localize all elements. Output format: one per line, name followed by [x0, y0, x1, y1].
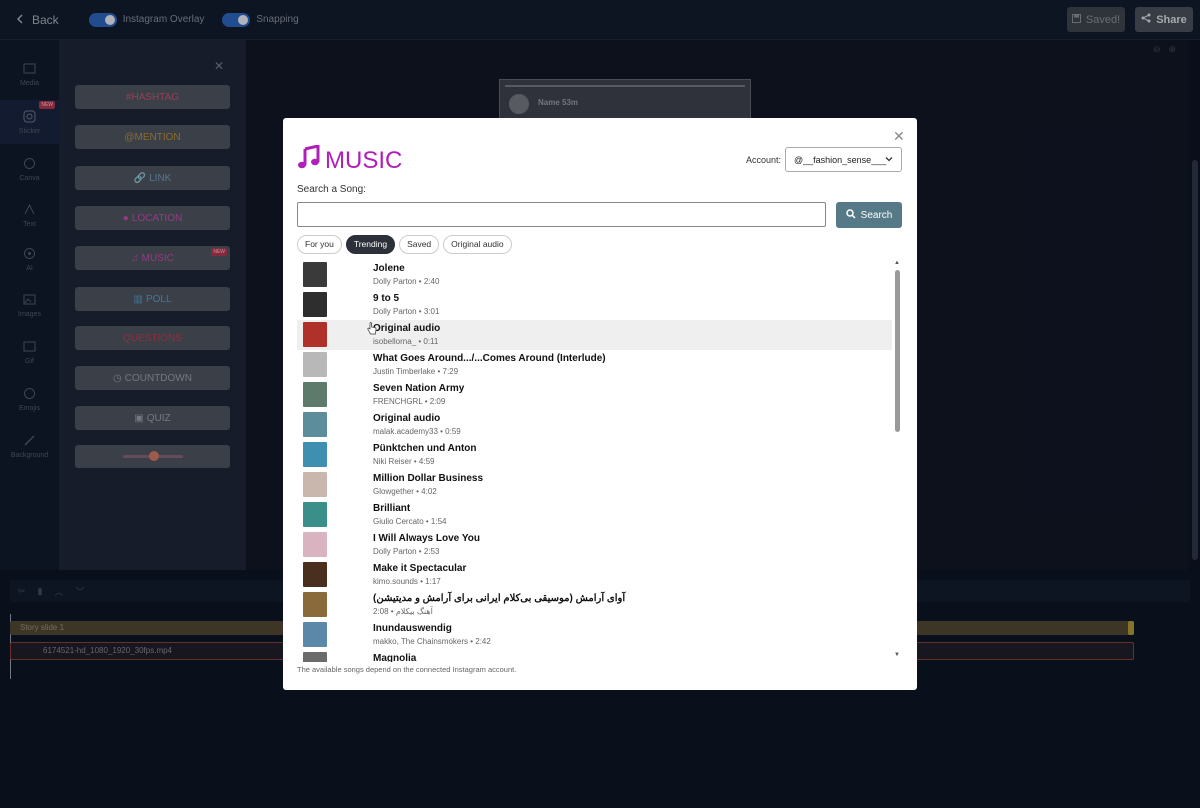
song-meta: Justin Timberlake • 7:29 [373, 367, 459, 376]
song-item[interactable]: Make it Spectacular kimo.sounds • 1:17 [297, 560, 892, 590]
search-input[interactable] [297, 202, 826, 227]
album-art [303, 502, 327, 527]
song-title: I Will Always Love You [373, 533, 480, 544]
song-title: Make it Spectacular [373, 563, 467, 574]
scroll-up-icon[interactable]: ▲ [894, 260, 900, 266]
song-item[interactable]: Seven Nation Army FRENCHGRL • 2:09 [297, 380, 892, 410]
song-title: Seven Nation Army [373, 383, 465, 394]
song-meta: Glowgether • 4:02 [373, 487, 437, 496]
song-meta: 2:08 • آهنگ بیکلام [373, 607, 433, 616]
tab-for-you[interactable]: For you [297, 235, 342, 254]
song-meta: Dolly Parton • 2:53 [373, 547, 440, 556]
song-item[interactable]: Magnolia [297, 650, 892, 662]
modal-title-text: MUSIC [325, 146, 403, 174]
song-title: Original audio [373, 413, 441, 424]
song-item[interactable]: I Will Always Love You Dolly Parton • 2:… [297, 530, 892, 560]
modal-title: MUSIC [297, 144, 403, 176]
account-value: @__fashion_sense___ [794, 154, 887, 165]
music-note-icon [297, 144, 321, 176]
song-meta: Giulio Cercato • 1:54 [373, 517, 447, 526]
song-title: Jolene [373, 263, 405, 274]
song-item[interactable]: Million Dollar Business Glowgether • 4:0… [297, 470, 892, 500]
search-button-label: Search [860, 209, 893, 221]
album-art [303, 562, 327, 587]
search-button[interactable]: Search [836, 202, 902, 228]
song-item[interactable]: Inundauswendig makko, The Chainsmokers •… [297, 620, 892, 650]
scroll-down-icon[interactable]: ▼ [894, 652, 900, 658]
song-item[interactable]: Original audio isobellorna_ • 0:11 [297, 320, 892, 350]
song-meta: Dolly Parton • 2:40 [373, 277, 440, 286]
song-tabs: For you Trending Saved Original audio [297, 235, 512, 254]
song-title: 9 to 5 [373, 293, 400, 304]
song-meta: isobellorna_ • 0:11 [373, 337, 439, 346]
song-meta: malak.academy33 • 0:59 [373, 427, 461, 436]
album-art [303, 592, 327, 617]
scrollbar-thumb[interactable] [895, 270, 900, 432]
search-label: Search a Song: [297, 184, 366, 195]
song-item[interactable]: آوای آرامش (موسیقی بی‌کلام ایرانی برای آ… [297, 590, 892, 620]
album-art [303, 652, 327, 662]
song-item[interactable]: Pünktchen und Anton Niki Reiser • 4:59 [297, 440, 892, 470]
search-icon [845, 208, 856, 222]
close-icon[interactable]: ✕ [893, 128, 905, 145]
album-art [303, 292, 327, 317]
tab-saved[interactable]: Saved [399, 235, 440, 254]
song-title: Million Dollar Business [373, 473, 484, 484]
music-modal: ✕ MUSIC Account: @__fashion_sense___ Sea… [283, 118, 917, 690]
album-art [303, 532, 327, 557]
album-art [303, 472, 327, 497]
availability-note: The available songs depend on the connec… [297, 665, 517, 674]
song-item[interactable]: What Goes Around.../...Comes Around (Int… [297, 350, 892, 380]
song-list: Jolene Dolly Parton • 2:40 9 to 5 Dolly … [297, 260, 892, 662]
album-art [303, 442, 327, 467]
chevron-down-icon [885, 155, 893, 165]
song-list-scrollbar[interactable]: ▲ ▼ [894, 260, 901, 662]
song-item[interactable]: Original audio malak.academy33 • 0:59 [297, 410, 892, 440]
song-meta: Dolly Parton • 3:01 [373, 307, 440, 316]
song-item[interactable]: Brilliant Giulio Cercato • 1:54 [297, 500, 892, 530]
song-meta: makko, The Chainsmokers • 2:42 [373, 637, 491, 646]
album-art [303, 412, 327, 437]
album-art [303, 322, 327, 347]
hand-cursor-icon [367, 322, 377, 340]
song-meta: FRENCHGRL • 2:09 [373, 397, 446, 406]
album-art [303, 382, 327, 407]
song-title: Pünktchen und Anton [373, 443, 477, 454]
song-item[interactable]: Jolene Dolly Parton • 2:40 [297, 260, 892, 290]
album-art [303, 622, 327, 647]
song-item[interactable]: 9 to 5 Dolly Parton • 3:01 [297, 290, 892, 320]
account-label: Account: [746, 155, 782, 165]
album-art [303, 352, 327, 377]
song-title: Original audio [373, 323, 441, 334]
song-meta: kimo.sounds • 1:17 [373, 577, 441, 586]
song-title: Brilliant [373, 503, 411, 514]
song-title: What Goes Around.../...Comes Around (Int… [373, 353, 606, 364]
tab-original-audio[interactable]: Original audio [443, 235, 512, 254]
song-title: Magnolia [373, 653, 417, 662]
song-title: Inundauswendig [373, 623, 452, 634]
song-meta: Niki Reiser • 4:59 [373, 457, 435, 466]
album-art [303, 262, 327, 287]
song-title: آوای آرامش (موسیقی بی‌کلام ایرانی برای آ… [373, 593, 626, 604]
account-select[interactable]: @__fashion_sense___ [785, 147, 902, 172]
tab-trending[interactable]: Trending [345, 235, 396, 254]
